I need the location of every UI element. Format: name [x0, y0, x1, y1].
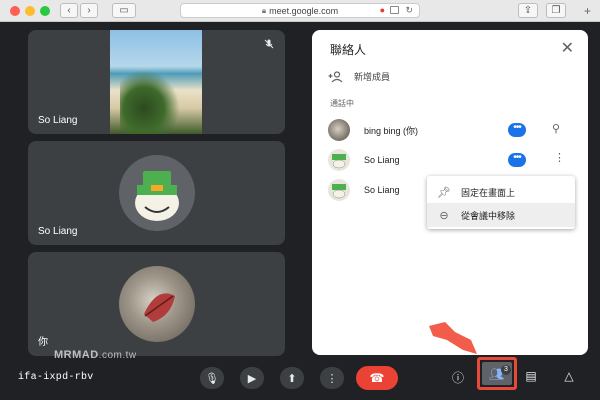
camera-indicator-icon[interactable] [390, 6, 399, 14]
more-vertical-icon: ⋮ [326, 372, 338, 385]
zoom-window-button[interactable] [40, 6, 50, 16]
menu-item-label: 從會議中移除 [461, 210, 516, 221]
participant-name: 你 [38, 337, 48, 348]
present-to-all-icon: ⬆︎ [287, 372, 297, 385]
avatar [118, 155, 195, 231]
lock-icon: 🔒︎ [261, 5, 267, 15]
share-icon: ⇪ [523, 5, 533, 16]
more-horizontal-icon[interactable]: ••• [508, 153, 526, 167]
videocam-icon: ▶︎ [247, 372, 257, 385]
watermark-logo: MRMAD.com.tw [54, 349, 137, 361]
back-button[interactable]: ‹ [60, 3, 78, 18]
video-tile[interactable]: So Liang [28, 141, 285, 245]
end-call-button[interactable]: ☎︎ [356, 366, 398, 390]
video-feed-beach [110, 30, 202, 134]
reload-icon[interactable]: ↻ [405, 5, 413, 16]
mic-off-icon [264, 39, 274, 49]
close-icon[interactable]: ✕ [561, 38, 574, 58]
browser-toolbar: ‹ › ▭ 🔒︎ meet.google.com ● ↻ ⇪ ❐ + [0, 0, 600, 22]
pin-icon: 📌︎ [437, 186, 451, 199]
participant-name: bing bing (你) [364, 125, 419, 136]
tabs-icon: ❐ [551, 5, 561, 16]
add-people-label: 新增成員 [354, 72, 391, 82]
mic-icon: 🎙︎ [205, 372, 219, 385]
microphone-recording-icon[interactable]: ● [380, 5, 385, 15]
chevron-left-icon: ‹ [67, 5, 71, 16]
call-end-icon: ☎︎ [369, 371, 385, 385]
participant-name: So Liang [364, 155, 400, 165]
list-item[interactable]: So Liang ••• ⋮ [328, 148, 576, 172]
info-icon: ⓘ [451, 371, 464, 385]
pin-icon[interactable]: ⚲ [552, 122, 560, 135]
minimize-window-button[interactable] [25, 6, 35, 16]
address-bar[interactable]: 🔒︎ meet.google.com ● ↻ [180, 3, 420, 18]
video-tile[interactable]: So Liang [28, 30, 285, 134]
sidebar-icon: ▭ [119, 5, 129, 16]
section-label: 通話中 [330, 99, 354, 108]
avatar [118, 266, 195, 342]
remove-from-meeting-menu-item[interactable]: ⊖ 從會議中移除 [427, 203, 575, 227]
video-tile[interactable]: 你 [28, 252, 285, 356]
share-button[interactable]: ⇪ [518, 3, 538, 18]
avatar [328, 179, 350, 201]
panel-title: 聯絡人 [330, 43, 367, 57]
participant-name: So Liang [38, 226, 78, 237]
add-people-button[interactable]: 新增成員 [328, 70, 390, 83]
more-vertical-icon[interactable]: ⋮ [554, 151, 565, 164]
activities-button[interactable]: △ [560, 369, 578, 383]
chat-button[interactable]: ▤ [522, 369, 540, 383]
list-item[interactable]: bing bing (你) ••• ⚲ [328, 118, 576, 142]
menu-item-label: 固定在畫面上 [461, 187, 516, 198]
url-text: meet.google.com [269, 5, 339, 16]
people-button[interactable]: 👥︎ 3 [477, 357, 517, 390]
participant-name: So Liang [364, 185, 400, 195]
participant-context-menu: 📌︎ 固定在畫面上 ⊖ 從會議中移除 [427, 176, 575, 229]
tabs-overview-button[interactable]: ❐ [546, 3, 566, 18]
close-window-button[interactable] [10, 6, 20, 16]
camera-button[interactable]: ▶︎ [240, 367, 264, 389]
present-screen-button[interactable]: ⬆︎ [280, 367, 304, 389]
chevron-right-icon: › [87, 5, 91, 16]
avatar [328, 149, 350, 171]
participant-count-badge: 3 [501, 365, 511, 375]
person-add-icon [328, 70, 343, 82]
more-horizontal-icon[interactable]: ••• [508, 123, 526, 137]
meeting-code: ifa-ixpd-rbv [18, 372, 94, 383]
forward-button[interactable]: › [80, 3, 98, 18]
pin-to-screen-menu-item[interactable]: 📌︎ 固定在畫面上 [427, 180, 575, 204]
meeting-info-button[interactable]: ⓘ [449, 369, 467, 386]
microphone-button[interactable]: 🎙︎ [200, 367, 224, 389]
pointer-arrow-icon [429, 322, 477, 354]
participant-name: So Liang [38, 115, 78, 126]
remove-circle-icon: ⊖ [439, 209, 449, 222]
shapes-icon: △ [564, 369, 574, 383]
avatar [328, 119, 350, 141]
new-tab-button[interactable]: + [584, 4, 591, 18]
sidebar-button[interactable]: ▭ [112, 3, 136, 18]
more-options-button[interactable]: ⋮ [320, 367, 344, 389]
chat-icon: ▤ [525, 369, 537, 383]
